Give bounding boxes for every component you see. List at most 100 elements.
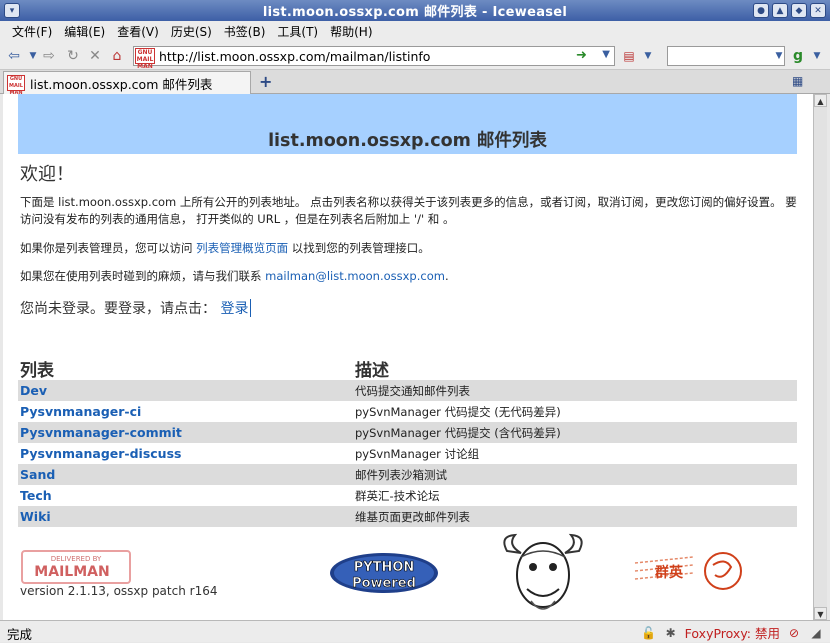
ossxp-stamp-logo[interactable]: 群英 xyxy=(633,551,747,591)
column-header-description: 描述 xyxy=(355,361,389,381)
menu-view[interactable]: 查看(V) xyxy=(111,23,165,40)
menu-file[interactable]: 文件(F) xyxy=(6,23,58,40)
menu-tools[interactable]: 工具(T) xyxy=(271,23,324,40)
menu-history[interactable]: 历史(S) xyxy=(165,23,218,40)
page-title: list.moon.ossxp.com 邮件列表 xyxy=(268,131,547,151)
shade-icon[interactable]: ▲ xyxy=(772,3,788,18)
python-logo-top-text: PYTHON xyxy=(354,560,415,575)
table-row: Pysvnmanager-discuss pySvnManager 讨论组 xyxy=(18,443,797,464)
tab-bar: GNU MAIL MAN list.moon.ossxp.com 邮件列表 + ▦ xyxy=(0,70,830,96)
menu-bookmarks[interactable]: 书签(B) xyxy=(218,23,272,40)
maximize-icon[interactable]: ◆ xyxy=(791,3,807,18)
list-description: 维基页面更改邮件列表 xyxy=(355,510,470,524)
list-link-tech[interactable]: Tech xyxy=(20,488,52,503)
close-icon[interactable]: ✕ xyxy=(810,3,826,18)
table-row: Wiki 维基页面更改邮件列表 xyxy=(18,506,797,527)
menu-help[interactable]: 帮助(H) xyxy=(324,23,378,40)
list-description: pySvnManager 讨论组 xyxy=(355,447,480,461)
vertical-scrollbar[interactable]: ▲ ▼ xyxy=(813,94,827,620)
minimize-icon[interactable]: ● xyxy=(753,3,769,18)
python-powered-logo[interactable]: PYTHON Powered xyxy=(329,552,439,594)
mailman-logo[interactable]: DELIVERED BY MAILMAN xyxy=(20,549,132,585)
site-favicon: GNU MAIL MAN xyxy=(135,48,155,70)
url-bar[interactable]: GNU MAIL MAN http://list.moon.ossxp.com/ma… xyxy=(133,46,615,70)
admin-paragraph: 如果你是列表管理员，您可以访问 列表管理概览页面 以找到您的列表管理接口。 xyxy=(20,240,430,257)
tab-favicon: GNU MAIL MAN xyxy=(7,75,25,96)
bookmark-page-icon[interactable]: ▤ xyxy=(620,47,638,65)
table-row: Pysvnmanager-ci pySvnManager 代码提交 (无代码差异… xyxy=(18,401,797,422)
text-caret xyxy=(250,299,252,317)
url-text[interactable]: http://list.moon.ossxp.com/mailman/listi… xyxy=(159,49,430,64)
new-tab-button[interactable]: + xyxy=(259,72,272,91)
window-menu-icon[interactable]: ▾ xyxy=(4,3,20,18)
admin-overview-link[interactable]: 列表管理概览页面 xyxy=(196,241,288,255)
admin-prefix: 如果你是列表管理员，您可以访问 xyxy=(20,241,197,255)
back-icon[interactable]: ⇦ xyxy=(5,47,23,65)
menu-bar: 文件(F) 编辑(E) 查看(V) 历史(S) 书签(B) 工具(T) 帮助(H… xyxy=(0,21,830,42)
contact-email-link[interactable]: mailman@list.moon.ossxp.com xyxy=(265,269,445,283)
url-dropdown-icon[interactable]: ▼ xyxy=(602,49,610,60)
page-content: list.moon.ossxp.com 邮件列表 欢迎！ 下面是 list.mo… xyxy=(3,94,813,620)
status-bar: 完成 🔓 ✱ FoxyProxy: 禁用 ⊘ ◢ xyxy=(0,620,830,642)
tab-listinfo[interactable]: GNU MAIL MAN list.moon.ossxp.com 邮件列表 xyxy=(3,71,251,96)
mailman-logo-main-text: MAILMAN xyxy=(34,564,109,580)
blocked-icon[interactable]: ⊘ xyxy=(786,625,802,641)
window-controls: ● ▲ ◆ ✕ xyxy=(753,3,826,18)
list-link-dev[interactable]: Dev xyxy=(20,383,47,398)
resize-grip-icon[interactable]: ◢ xyxy=(808,625,824,641)
menu-edit[interactable]: 编辑(E) xyxy=(58,23,111,40)
python-logo-bottom-text: Powered xyxy=(352,576,416,591)
scroll-down-icon[interactable]: ▼ xyxy=(814,607,827,620)
list-link-pysvnmanager-discuss[interactable]: Pysvnmanager-discuss xyxy=(20,446,181,461)
table-row: Pysvnmanager-commit pySvnManager 代码提交 (含… xyxy=(18,422,797,443)
list-description: pySvnManager 代码提交 (含代码差异) xyxy=(355,426,561,440)
list-description: pySvnManager 代码提交 (无代码差异) xyxy=(355,405,561,419)
welcome-heading: 欢迎！ xyxy=(20,164,74,185)
bookmark-dropdown-icon[interactable]: ▼ xyxy=(639,47,657,65)
home-icon[interactable]: ⌂ xyxy=(108,47,126,65)
list-link-pysvnmanager-ci[interactable]: Pysvnmanager-ci xyxy=(20,404,141,419)
search-engine-dropdown-icon[interactable]: ▼ xyxy=(808,47,826,65)
gnu-head-logo[interactable] xyxy=(497,531,589,619)
mailman-logo-top-text: DELIVERED BY xyxy=(51,555,102,563)
navigation-toolbar: ⇦ ▼ ⇨ ↻ ✕ ⌂ GNU MAIL MAN http://list.moon.… xyxy=(0,42,830,70)
window-titlebar: ▾ list.moon.ossxp.com 邮件列表 - Iceweasel ●… xyxy=(0,0,830,21)
login-prompt: 您尚未登录。要登录，请点击： xyxy=(20,301,221,317)
list-description: 邮件列表沙箱测试 xyxy=(355,468,447,482)
foxyproxy-status[interactable]: FoxyProxy: 禁用 xyxy=(685,623,780,642)
list-description: 群英汇-技术论坛 xyxy=(355,489,440,503)
window-title: list.moon.ossxp.com 邮件列表 - Iceweasel xyxy=(262,5,568,20)
list-link-wiki[interactable]: Wiki xyxy=(20,509,51,524)
tab-label: list.moon.ossxp.com 邮件列表 xyxy=(30,76,213,92)
table-row: Dev 代码提交通知邮件列表 xyxy=(18,380,797,401)
security-lock-icon[interactable]: 🔓 xyxy=(641,625,657,641)
login-line: 您尚未登录。要登录，请点击： 登录 xyxy=(20,298,252,318)
tab-list-icon[interactable]: ▦ xyxy=(792,74,810,90)
bug-icon[interactable]: ✱ xyxy=(663,625,679,641)
table-row: Tech 群英汇-技术论坛 xyxy=(18,485,797,506)
contact-suffix: . xyxy=(444,269,449,283)
page-banner: list.moon.ossxp.com 邮件列表 xyxy=(18,94,797,154)
admin-suffix: 以找到您的列表管理接口。 xyxy=(288,241,430,255)
version-text: version 2.1.13, ossxp patch r164 xyxy=(20,584,218,598)
list-description: 代码提交通知邮件列表 xyxy=(355,384,470,398)
search-dropdown-icon[interactable]: ▼ xyxy=(770,47,788,65)
list-link-sand[interactable]: Sand xyxy=(20,467,55,482)
list-table: Dev 代码提交通知邮件列表 Pysvnmanager-ci pySvnMana… xyxy=(18,380,797,527)
contact-prefix: 如果您在使用列表时碰到的麻烦，请与我们联系 xyxy=(20,269,266,283)
reload-icon[interactable]: ↻ xyxy=(64,47,82,65)
search-engine-icon[interactable]: g xyxy=(789,47,807,65)
forward-icon[interactable]: ⇨ xyxy=(40,47,58,65)
column-header-list: 列表 xyxy=(20,361,54,381)
status-text: 完成 xyxy=(7,627,33,642)
scroll-up-icon[interactable]: ▲ xyxy=(814,94,827,107)
login-link[interactable]: 登录 xyxy=(220,301,248,317)
status-right: 🔓 ✱ FoxyProxy: 禁用 ⊘ ◢ xyxy=(641,623,824,642)
stop-icon[interactable]: ✕ xyxy=(86,47,104,65)
list-link-pysvnmanager-commit[interactable]: Pysvnmanager-commit xyxy=(20,425,182,440)
search-input[interactable] xyxy=(667,46,785,66)
go-icon[interactable]: ➜ xyxy=(576,48,592,64)
intro-paragraph: 下面是 list.moon.ossxp.com 上所有公开的列表地址。 点击列表… xyxy=(20,195,797,226)
stamp-logo-text: 群英 xyxy=(654,564,684,581)
contact-paragraph: 如果您在使用列表时碰到的麻烦，请与我们联系 mailman@list.moon.… xyxy=(20,268,449,285)
